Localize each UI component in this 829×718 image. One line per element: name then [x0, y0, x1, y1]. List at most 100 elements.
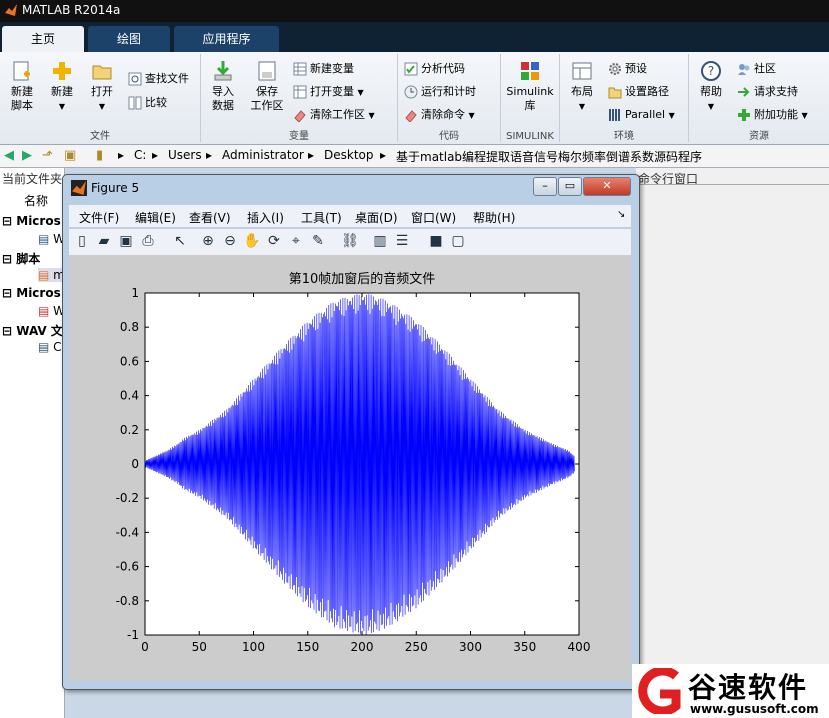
- menu-window[interactable]: 窗口(W): [411, 209, 456, 226]
- colorbar-icon[interactable]: ▥: [371, 233, 389, 251]
- simulink-library-button[interactable]: Simulink 库: [505, 60, 555, 113]
- back-icon[interactable]: ◀: [4, 148, 14, 163]
- new-variable-button[interactable]: 新建变量: [293, 60, 354, 78]
- chevron-down-icon: ▼: [578, 102, 586, 111]
- open-variable-button[interactable]: 打开变量 ▼: [293, 83, 364, 101]
- menu-tools[interactable]: 工具(T): [301, 209, 342, 226]
- show-plot-tools-icon[interactable]: ▢: [449, 233, 467, 251]
- breadcrumb-sep-icon: ▸: [206, 148, 213, 162]
- breadcrumb-item[interactable]: Desktop: [324, 148, 374, 162]
- column-header-name[interactable]: 名称: [24, 192, 48, 209]
- new-figure-icon[interactable]: ▯: [73, 233, 91, 251]
- save-workspace-button[interactable]: 保存 工作区: [247, 60, 287, 113]
- maximize-button[interactable]: ▭: [558, 177, 582, 196]
- list-item[interactable]: ▤ m: [38, 268, 65, 282]
- chevron-down-icon: ▼: [98, 102, 106, 111]
- link-icon[interactable]: ⛓: [341, 233, 359, 251]
- request-support-button[interactable]: 请求支持: [737, 83, 798, 101]
- tab-apps[interactable]: 应用程序: [174, 26, 279, 52]
- zoom-in-icon[interactable]: ⊕: [199, 233, 217, 251]
- folder-icon: ▮: [96, 148, 104, 163]
- help-button[interactable]: ? 帮助 ▼: [693, 60, 729, 114]
- chart: 0 50 100 150 200 250 300 350 400 -1 -0.8 -0.6 -0.4 -0…: [116, 271, 591, 654]
- collapse-icon[interactable]: ⊟: [2, 286, 12, 300]
- menu-help[interactable]: 帮助(H): [473, 209, 515, 226]
- new-button[interactable]: 新建 ▼: [44, 60, 80, 114]
- dock-icon[interactable]: ↘: [617, 209, 625, 220]
- clear-workspace-button[interactable]: 清除工作区 ▼: [293, 106, 375, 124]
- pointer-icon[interactable]: ↖: [171, 233, 189, 251]
- preferences-button[interactable]: 预设: [608, 60, 647, 78]
- menu-view[interactable]: 查看(V): [189, 209, 231, 226]
- tab-plots[interactable]: 绘图: [88, 26, 170, 52]
- compare-icon: [128, 96, 142, 110]
- run-and-time-icon: [404, 85, 418, 99]
- save-icon[interactable]: ▣: [117, 233, 135, 251]
- chevron-down-icon: ▼: [668, 111, 675, 120]
- print-icon[interactable]: ⎙: [139, 233, 157, 251]
- breadcrumb-item[interactable]: Users: [168, 148, 202, 162]
- menu-desktop[interactable]: 桌面(D): [355, 209, 398, 226]
- ribbon-group-simulink: Simulink 库 SIMULINK: [501, 54, 560, 142]
- new-script-button[interactable]: 新建 脚本: [4, 60, 40, 113]
- breadcrumb-item[interactable]: Administrator: [222, 148, 304, 162]
- import-data-button[interactable]: 导入 数据: [205, 60, 241, 113]
- zoom-out-icon[interactable]: ⊖: [221, 233, 239, 251]
- list-item[interactable]: ▤ C: [38, 340, 62, 354]
- rotate-icon[interactable]: ⟳: [265, 233, 283, 251]
- legend-icon[interactable]: ☰: [393, 233, 411, 251]
- folder-path-icon: [608, 87, 622, 99]
- minimize-button[interactable]: –: [533, 177, 557, 196]
- close-button[interactable]: ✕: [583, 177, 631, 196]
- group-label-resources: 资源: [749, 131, 769, 142]
- brush-icon[interactable]: ✎: [309, 233, 327, 251]
- folder-group[interactable]: ⊟ WAV 文: [2, 322, 63, 339]
- y-tick-label: -0.2: [116, 491, 139, 505]
- open-icon[interactable]: ▰: [95, 233, 113, 251]
- compare-button[interactable]: 比较: [128, 94, 167, 112]
- layout-button[interactable]: 布局 ▼: [564, 60, 600, 114]
- open-button[interactable]: 打开 ▼: [84, 60, 120, 114]
- menu-file[interactable]: 文件(F): [79, 209, 119, 226]
- folder-group[interactable]: ⊟ Micros: [2, 214, 61, 228]
- breadcrumb-item[interactable]: 基于matlab编程提取语音信号梅尔频率倒谱系数源码程序: [396, 148, 702, 165]
- ribbon-group-resources: ? 帮助 ▼ 社区 请求支持 附加功能 ▼ 资源: [689, 54, 829, 142]
- pan-icon[interactable]: ✋: [243, 233, 261, 251]
- plot-area: 0 50 100 150 200 250 300 350 400 -1 -0.8 -0.6 -0.4 -0…: [69, 255, 631, 681]
- add-ons-button[interactable]: 附加功能 ▼: [737, 106, 808, 124]
- analyze-code-button[interactable]: 分析代码: [404, 60, 465, 78]
- clear-commands-button[interactable]: 清除命令 ▼: [404, 106, 475, 124]
- browse-folder-icon[interactable]: ▣: [64, 148, 76, 163]
- data-cursor-icon[interactable]: ⌖: [287, 233, 305, 251]
- menu-edit[interactable]: 编辑(E): [135, 209, 176, 226]
- panel-header: 当前文件夹: [2, 172, 63, 186]
- collapse-icon[interactable]: ⊟: [2, 214, 12, 228]
- collapse-icon[interactable]: ⊟: [2, 324, 12, 338]
- word-file-icon: ▤: [38, 232, 50, 246]
- parallel-button[interactable]: Parallel ▼: [608, 106, 675, 124]
- add-ons-icon: [738, 109, 750, 121]
- folder-group[interactable]: ⊟ Micros: [2, 286, 61, 300]
- forward-icon[interactable]: ▶: [22, 148, 32, 163]
- menu-insert[interactable]: 插入(I): [247, 209, 284, 226]
- tab-home[interactable]: 主页: [2, 26, 84, 52]
- community-button[interactable]: 社区: [737, 60, 776, 78]
- find-files-button[interactable]: 查找文件: [128, 70, 189, 88]
- up-folder-icon[interactable]: ⬏: [42, 148, 53, 163]
- layout-icon: [572, 62, 592, 80]
- figure-menubar: 文件(F) 编辑(E) 查看(V) 插入(I) 工具(T) 桌面(D) 窗口(W…: [69, 205, 631, 227]
- x-tick-label: 350: [513, 640, 536, 654]
- hide-plot-tools-icon[interactable]: ■: [427, 233, 445, 251]
- figure-window: Figure 5 – ▭ ✕ 文件(F) 编辑(E) 查看(V) 插入(I) 工…: [62, 174, 640, 690]
- collapse-icon[interactable]: ⊟: [2, 252, 12, 266]
- run-and-time-button[interactable]: 运行和计时: [404, 83, 476, 101]
- list-item[interactable]: ▤ W: [38, 232, 65, 246]
- breadcrumb-item[interactable]: C:: [134, 148, 146, 162]
- maximize-icon: ▭: [564, 179, 576, 192]
- y-tick-label: 0.8: [120, 320, 139, 334]
- analyze-code-icon: [404, 62, 418, 76]
- list-item[interactable]: ▤ W: [38, 304, 65, 318]
- set-path-button[interactable]: 设置路径: [608, 83, 669, 101]
- folder-group[interactable]: ⊟ 脚本: [2, 250, 40, 267]
- help-icon: ?: [701, 61, 721, 81]
